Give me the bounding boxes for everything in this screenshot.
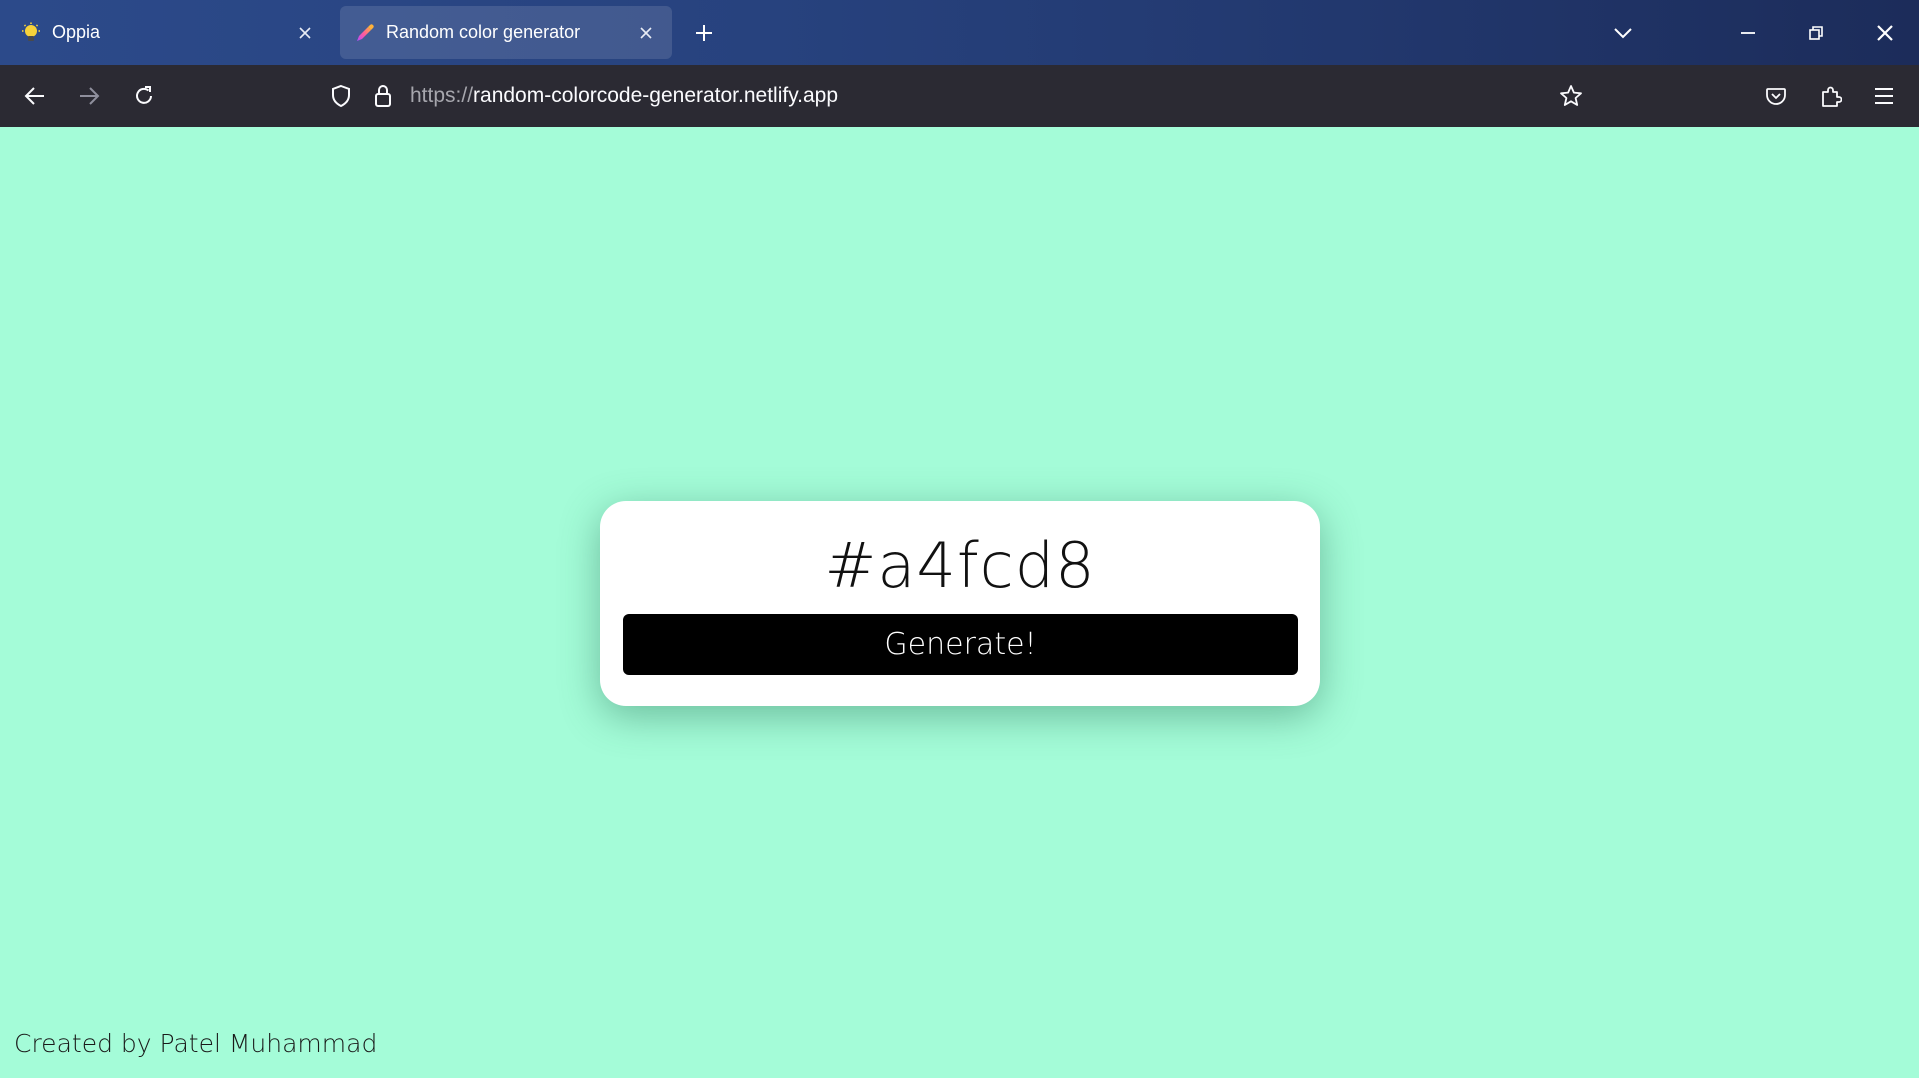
back-arrow-icon bbox=[24, 87, 44, 105]
extensions-button[interactable] bbox=[1813, 78, 1849, 114]
lightbulb-icon bbox=[20, 22, 42, 44]
url-host: random-colorcode-generator.netlify.app bbox=[473, 84, 839, 107]
close-tab-icon[interactable] bbox=[291, 19, 319, 47]
color-code-display: #a4fcd8 bbox=[824, 529, 1096, 602]
star-icon bbox=[1560, 85, 1582, 106]
url-scheme: https:// bbox=[410, 84, 474, 107]
chevron-down-icon bbox=[1614, 28, 1632, 39]
minimize-button[interactable] bbox=[1726, 12, 1770, 54]
tab-oppia[interactable]: Oppia bbox=[6, 6, 331, 59]
address-bar[interactable]: https://random-colorcode-generator.netli… bbox=[326, 73, 1586, 119]
pocket-icon bbox=[1766, 88, 1786, 105]
plus-icon bbox=[696, 25, 712, 41]
restore-icon bbox=[1809, 26, 1823, 40]
close-icon bbox=[1877, 25, 1893, 41]
app-menu-button[interactable] bbox=[1866, 78, 1902, 114]
close-window-button[interactable] bbox=[1863, 12, 1907, 54]
lock-icon[interactable] bbox=[368, 81, 398, 111]
minimize-icon bbox=[1741, 32, 1755, 34]
generate-button[interactable]: Generate! bbox=[623, 614, 1298, 675]
tab-title: Oppia bbox=[52, 22, 101, 42]
pocket-button[interactable] bbox=[1758, 78, 1794, 114]
tab-title: Random color generator bbox=[386, 22, 581, 42]
hamburger-menu-icon bbox=[1875, 88, 1893, 104]
forward-arrow-icon bbox=[80, 87, 100, 105]
page-content: #a4fcd8 Generate! Created by Patel Muham… bbox=[0, 127, 1919, 1078]
browser-titlebar: Oppia Random color generator bbox=[0, 0, 1919, 65]
credit-text: Created by Patel Muhammad bbox=[14, 1029, 378, 1058]
list-all-tabs-button[interactable] bbox=[1606, 16, 1640, 50]
color-picker-icon bbox=[354, 22, 376, 44]
restore-button[interactable] bbox=[1794, 12, 1838, 54]
browser-navbar: https://random-colorcode-generator.netli… bbox=[0, 65, 1919, 127]
forward-button[interactable] bbox=[71, 78, 107, 114]
new-tab-button[interactable] bbox=[688, 17, 720, 49]
back-button[interactable] bbox=[17, 78, 53, 114]
reload-button[interactable] bbox=[126, 78, 162, 114]
url-text: https://random-colorcode-generator.netli… bbox=[410, 84, 838, 108]
bookmark-star-button[interactable] bbox=[1553, 78, 1589, 114]
close-tab-icon[interactable] bbox=[632, 19, 660, 47]
tab-random-color-generator[interactable]: Random color generator bbox=[340, 6, 672, 59]
puzzle-piece-icon bbox=[1822, 86, 1842, 107]
color-card: #a4fcd8 Generate! bbox=[600, 501, 1320, 706]
reload-icon bbox=[136, 86, 152, 104]
tracking-protection-shield-icon[interactable] bbox=[326, 81, 356, 111]
